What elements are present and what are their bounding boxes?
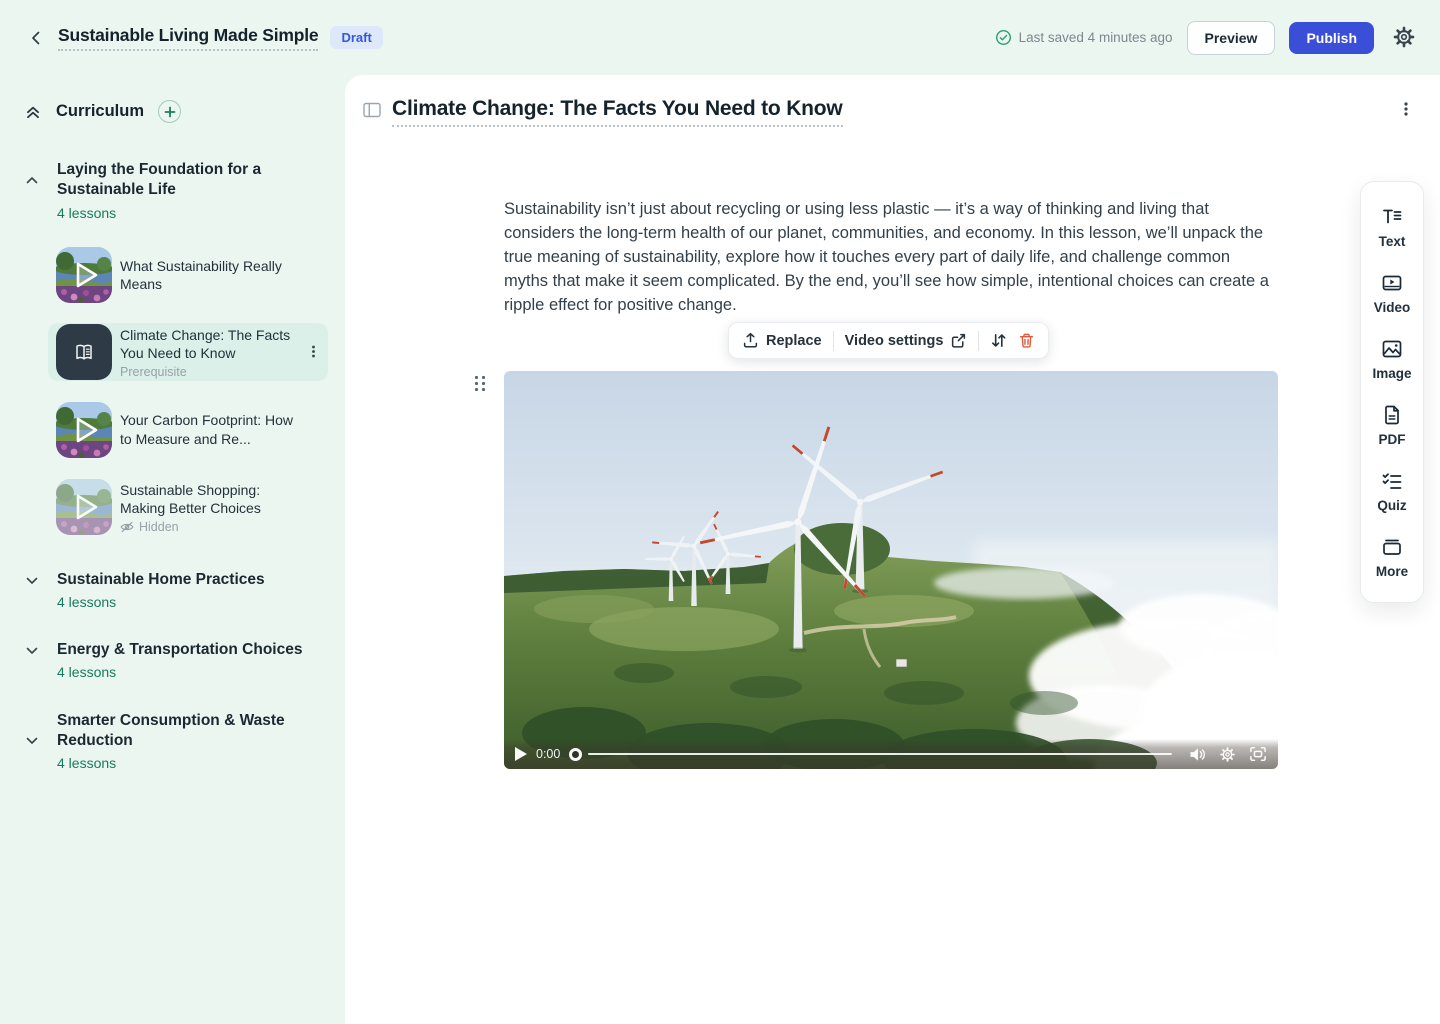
video-progress-bar[interactable] (588, 753, 1172, 755)
lesson-editor-panel: Climate Change: The Facts You Need to Kn… (345, 75, 1440, 1024)
divider (833, 331, 834, 351)
back-button[interactable] (22, 24, 50, 52)
lesson-paragraph[interactable]: Sustainability isn’t just about recyclin… (504, 197, 1278, 317)
section-title[interactable]: Smarter Consumption & Waste Reduction (57, 711, 287, 751)
lesson-title: Your Carbon Footprint: How to Measure an… (120, 411, 302, 448)
curriculum-sidebar: Curriculum Laying the Foundation for a S… (0, 75, 345, 1024)
insert-video-button[interactable]: Video (1361, 260, 1423, 326)
replace-video-button[interactable]: Replace (742, 332, 822, 349)
section-title[interactable]: Sustainable Home Practices (57, 570, 307, 590)
section-expand-chevron-down-icon[interactable] (24, 643, 40, 659)
video-timestamp: 0:00 (536, 747, 560, 761)
video-block-toolbar: Replace Video settings (728, 322, 1049, 359)
add-section-button[interactable] (158, 100, 181, 123)
more-blocks-icon (1381, 536, 1403, 558)
video-thumbnail (56, 402, 112, 458)
insert-text-label: Text (1379, 234, 1406, 249)
fullscreen-icon[interactable] (1249, 746, 1267, 762)
video-player[interactable]: 0:00 (504, 371, 1278, 769)
settings-gear-icon[interactable] (1392, 25, 1418, 51)
lesson-item[interactable]: What Sustainability Really Means (56, 247, 302, 303)
text-block-icon (1381, 206, 1403, 228)
video-controls-bar: 0:00 (504, 739, 1278, 769)
lesson-title: Sustainable Shopping: Making Better Choi… (120, 481, 302, 518)
save-status-label: Last saved 4 minutes ago (1019, 30, 1173, 45)
block-drag-handle[interactable] (475, 376, 487, 393)
quiz-block-icon (1381, 470, 1403, 492)
section-title[interactable]: Energy & Transportation Choices (57, 640, 307, 660)
section-expand-chevron-down-icon[interactable] (24, 573, 40, 589)
insert-image-label: Image (1372, 366, 1411, 381)
video-block-icon (1381, 272, 1403, 294)
reading-lesson-icon (56, 324, 112, 380)
move-up-down-icon (990, 332, 1007, 349)
lesson-item[interactable]: Your Carbon Footprint: How to Measure an… (56, 401, 302, 458)
insert-more-button[interactable]: More (1361, 524, 1423, 590)
preview-button[interactable]: Preview (1187, 21, 1276, 55)
pdf-block-icon (1381, 404, 1403, 426)
insert-quiz-button[interactable]: Quiz (1361, 458, 1423, 524)
section-lesson-count: 4 lessons (57, 205, 116, 221)
course-title[interactable]: Sustainable Living Made Simple (58, 25, 318, 51)
insert-video-label: Video (1374, 300, 1411, 315)
check-circle-icon (995, 29, 1012, 46)
image-block-icon (1381, 338, 1403, 360)
lesson-meta-prerequisite: Prerequisite (120, 365, 298, 379)
play-icon[interactable] (515, 747, 527, 761)
video-scrubber-handle[interactable] (569, 748, 582, 761)
external-link-icon (950, 332, 967, 349)
lesson-title: Climate Change: The Facts You Need to Kn… (120, 326, 298, 363)
toggle-sidebar-icon[interactable] (363, 102, 381, 118)
insert-pdf-label: PDF (1379, 432, 1406, 447)
curriculum-title: Curriculum (56, 102, 144, 121)
delete-block-button[interactable] (1018, 332, 1035, 349)
video-thumbnail (56, 247, 112, 303)
lesson-item-hidden[interactable]: Sustainable Shopping: Making Better Choi… (56, 478, 302, 536)
divider (978, 331, 979, 351)
status-badge: Draft (330, 26, 382, 49)
lesson-title: What Sustainability Really Means (120, 257, 302, 294)
lesson-options-kebab-icon[interactable] (306, 344, 322, 360)
lesson-title-heading[interactable]: Climate Change: The Facts You Need to Kn… (392, 97, 843, 127)
video-frame-wind-turbines (504, 371, 1278, 769)
upload-icon (742, 332, 759, 349)
video-thumbnail (56, 479, 112, 535)
video-settings-label: Video settings (845, 333, 944, 349)
publish-button[interactable]: Publish (1289, 22, 1374, 54)
lesson-meta-hidden: Hidden (139, 520, 179, 534)
section-lesson-count: 4 lessons (57, 664, 116, 680)
section-collapse-chevron-up-icon[interactable] (24, 172, 40, 188)
eye-off-icon (120, 521, 134, 533)
section-lesson-count: 4 lessons (57, 594, 116, 610)
insert-quiz-label: Quiz (1377, 498, 1406, 513)
lesson-options-kebab-icon[interactable] (1398, 101, 1414, 117)
section-expand-chevron-down-icon[interactable] (24, 733, 40, 749)
player-settings-gear-icon[interactable] (1219, 746, 1236, 763)
insert-image-button[interactable]: Image (1361, 326, 1423, 392)
replace-label: Replace (766, 333, 822, 349)
insert-more-label: More (1376, 564, 1408, 579)
volume-icon[interactable] (1189, 747, 1206, 762)
insert-pdf-button[interactable]: PDF (1361, 392, 1423, 458)
insert-text-button[interactable]: Text (1361, 194, 1423, 260)
reorder-block-button[interactable] (990, 332, 1007, 349)
collapse-all-icon[interactable] (24, 103, 42, 121)
save-status: Last saved 4 minutes ago (995, 29, 1173, 46)
lesson-item-selected[interactable]: Climate Change: The Facts You Need to Kn… (48, 323, 328, 381)
section-title[interactable]: Laying the Foundation for a Sustainable … (57, 160, 307, 200)
section-lesson-count: 4 lessons (57, 755, 116, 771)
insert-block-toolbar: Text Video Image PDF (1360, 181, 1424, 603)
trash-icon (1018, 332, 1035, 349)
video-settings-button[interactable]: Video settings (845, 332, 968, 349)
top-header: Sustainable Living Made Simple Draft Las… (0, 0, 1440, 75)
